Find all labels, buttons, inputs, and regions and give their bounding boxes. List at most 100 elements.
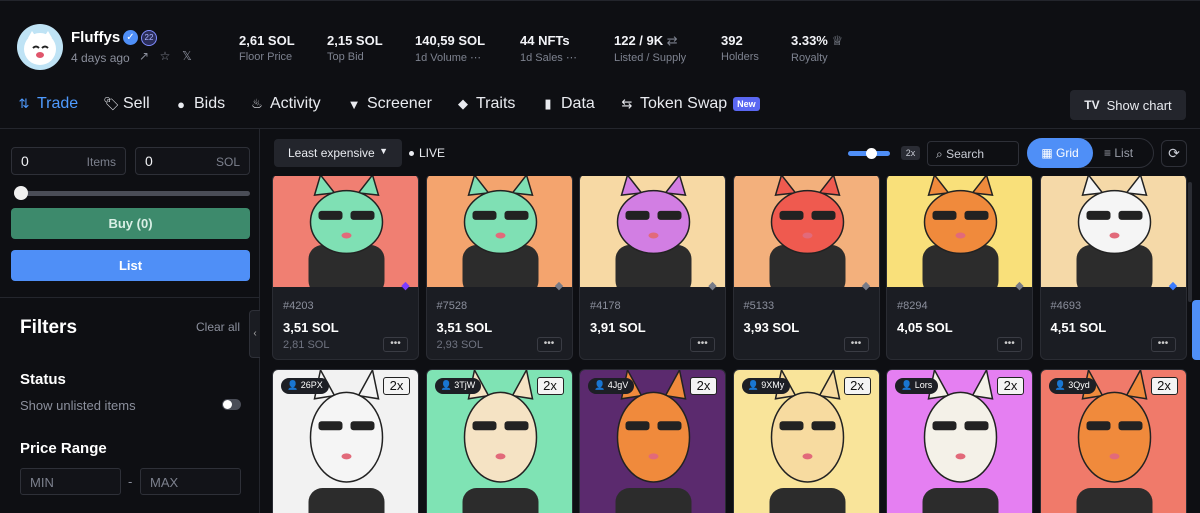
list-button[interactable]: List [11, 250, 250, 281]
multiplier-badge: 2x [383, 377, 410, 395]
tab-data[interactable]: ▮ Data [541, 95, 594, 113]
search-icon: ⌕ [936, 147, 943, 161]
stat-sales[interactable]: 44 NFTs 1d Sales ⋯ [520, 33, 577, 64]
tag-icon: 🏷 [103, 96, 120, 111]
nft-image[interactable] [887, 176, 1032, 295]
list-view-button[interactable]: ≡ List [1104, 146, 1133, 160]
owner-pill[interactable]: 👤 3Qyd [1048, 378, 1096, 394]
star-icon[interactable]: ☆ [158, 49, 172, 63]
items-count-input[interactable]: 0 Items [11, 147, 126, 175]
owner-pill[interactable]: 👤 4JgV [588, 378, 635, 394]
nft-id: #4693 [1050, 300, 1082, 312]
nft-id: #7528 [436, 300, 468, 312]
header-divider [0, 128, 1200, 129]
rank-badge: 22 [141, 30, 157, 46]
verified-icon: ✓ [123, 30, 138, 45]
panel-divider [0, 297, 259, 298]
user-icon: 👤 [594, 380, 606, 390]
tab-activity[interactable]: ♨ Activity [250, 95, 321, 113]
nft-last-sale: 2,93 SOL [436, 339, 483, 351]
nft-card[interactable]: ◆ #4203 3,51 SOL 2,81 SOL ••• [272, 176, 419, 360]
sweep-slider-handle[interactable] [14, 186, 28, 200]
nft-card[interactable]: ◆ #4178 3,91 SOL ••• [579, 176, 726, 360]
nft-image[interactable] [426, 176, 572, 295]
nft-last-sale: 2,81 SOL [283, 339, 330, 351]
nft-id: #4178 [590, 300, 621, 312]
x-social-icon[interactable]: 𝕏 [180, 49, 194, 63]
more-icon: ⋯ [470, 52, 482, 64]
more-options-button[interactable]: ••• [1150, 337, 1176, 352]
nft-price: 3,51 SOL [436, 320, 493, 335]
show-chart-button[interactable]: TV Show chart [1070, 90, 1186, 120]
rarity-gem-icon: ◆ [401, 280, 410, 292]
grid-icon: ▦ [1041, 146, 1053, 160]
owner-pill[interactable]: 👤 Lors [895, 378, 939, 394]
nft-card[interactable]: 👤 4JgV 2x [579, 369, 726, 513]
show-unlisted-toggle[interactable] [222, 399, 241, 410]
collection-avatar[interactable] [17, 24, 63, 70]
nft-card[interactable]: ◆ #7528 3,51 SOL 2,93 SOL ••• [425, 176, 573, 360]
tab-screener[interactable]: ▼ Screener [347, 95, 432, 113]
more-options-button[interactable]: ••• [997, 337, 1022, 352]
sort-dropdown[interactable]: Least expensive ▼ [274, 139, 402, 167]
nft-price: 3,91 SOL [590, 320, 646, 335]
owner-pill[interactable]: 👤 26PX [281, 378, 329, 394]
tab-sell[interactable]: 🏷 Sell [103, 95, 150, 113]
sol-amount-input[interactable]: 0 SOL [135, 147, 250, 175]
price-max-input[interactable]: MAX [140, 468, 241, 495]
nft-card[interactable]: ◆ #8294 4,05 SOL ••• [886, 176, 1033, 360]
collapse-sidebar-button[interactable]: ‹ [249, 310, 260, 358]
nft-card[interactable]: 👤 9XMy 2x [732, 369, 880, 513]
nft-image[interactable] [733, 176, 879, 295]
more-options-button[interactable]: ••• [536, 337, 562, 352]
rarity-gem-icon: ◆ [1168, 280, 1178, 292]
owner-pill[interactable]: 👤 9XMy [741, 378, 791, 394]
nft-grid: ◆ #4203 3,51 SOL 2,81 SOL ••• ◆ #7528 3,… [260, 176, 1200, 513]
clear-all-button[interactable]: Clear all [196, 320, 240, 334]
more-options-button[interactable]: ••• [383, 337, 408, 352]
more-options-button[interactable]: ••• [690, 337, 715, 352]
nft-price: 3,93 SOL [743, 320, 800, 335]
nft-image[interactable] [580, 176, 725, 295]
refresh-button[interactable]: ⟳ [1161, 140, 1187, 167]
external-link-icon[interactable]: ↗ [137, 49, 151, 63]
nft-price: 4,05 SOL [897, 320, 953, 335]
user-icon: 👤 [901, 380, 913, 390]
side-panel-toggle[interactable] [1192, 300, 1200, 360]
search-input[interactable]: ⌕ Search [927, 141, 1019, 166]
tab-traits[interactable]: ◆ Traits [456, 95, 515, 113]
tab-token-swap[interactable]: ⇆ Token Swap New [620, 95, 760, 113]
nft-image[interactable] [1040, 176, 1186, 295]
nft-id: #5133 [743, 300, 775, 312]
show-unlisted-label: Show unlisted items [20, 398, 136, 413]
rarity-gem-icon: ◆ [708, 280, 717, 292]
zoom-level: 2x [901, 146, 920, 160]
buy-button[interactable]: Buy (0) [11, 208, 250, 239]
rarity-gem-icon: ◆ [861, 280, 871, 292]
refresh-icon: ⟳ [1168, 145, 1180, 161]
price-range-title: Price Range [20, 440, 107, 457]
nft-card[interactable]: 👤 Lors 2x [886, 369, 1033, 513]
nft-card[interactable]: ◆ #5133 3,93 SOL ••• [732, 176, 880, 360]
price-min-input[interactable]: MIN [20, 468, 121, 495]
owner-pill[interactable]: 👤 3TjW [434, 378, 482, 394]
more-options-button[interactable]: ••• [843, 337, 869, 352]
grid-view-button[interactable]: ▦ Grid [1027, 138, 1093, 168]
nft-image[interactable] [273, 176, 418, 295]
tradingview-icon: TV [1084, 98, 1100, 112]
stat-volume[interactable]: 140,59 SOL 1d Volume ⋯ [415, 33, 485, 64]
tab-bids[interactable]: ● Bids [174, 95, 225, 113]
nft-card[interactable]: ◆ #4693 4,51 SOL ••• [1039, 176, 1187, 360]
nft-card[interactable]: 👤 3TjW 2x [425, 369, 573, 513]
rarity-gem-icon: ◆ [554, 280, 564, 292]
collection-name[interactable]: Fluffys [71, 29, 120, 46]
swap-icon: ⇆ [621, 96, 633, 111]
zoom-slider-handle[interactable] [866, 148, 877, 159]
nft-card[interactable]: 👤 26PX 2x [272, 369, 419, 513]
sweep-slider-track[interactable] [16, 191, 250, 196]
tab-trade[interactable]: ⇅ Trade [17, 95, 79, 113]
price-range-dash: - [128, 474, 133, 489]
grid-scrollbar[interactable] [1188, 182, 1192, 302]
stat-floor-price: 2,61 SOL Floor Price [239, 33, 295, 63]
nft-card[interactable]: 👤 3Qyd 2x [1039, 369, 1187, 513]
